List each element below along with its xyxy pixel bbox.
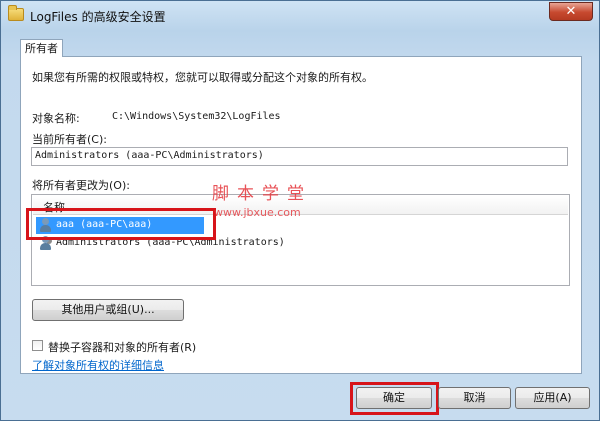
current-owner-label: 当前所有者(C): — [32, 133, 107, 146]
tab-owner[interactable]: 所有者 — [20, 39, 63, 57]
cancel-button[interactable]: 取消 — [438, 387, 511, 409]
watermark-text: 脚本学堂 — [212, 184, 312, 204]
object-name-label: 对象名称: — [32, 112, 80, 125]
change-owner-label: 将所有者更改为(O): — [32, 179, 130, 192]
folder-icon — [8, 5, 24, 21]
other-users-or-groups-button[interactable]: 其他用户或组(U)... — [32, 299, 184, 321]
window-title: LogFiles 的高级安全设置 — [30, 10, 166, 24]
watermark-url: www.jbxue.com — [214, 206, 301, 219]
intro-text: 如果您有所需的权限或特权，您就可以取得或分配这个对象的所有权。 — [32, 71, 373, 84]
column-name-label: 名称 — [43, 201, 65, 214]
group-icon — [39, 236, 52, 250]
title-bar[interactable]: LogFiles 的高级安全设置 ✕ — [1, 1, 599, 29]
close-button[interactable]: ✕ — [549, 2, 593, 21]
list-item-label: aaa (aaa-PC\aaa) — [56, 219, 153, 230]
object-name-value: C:\Windows\System32\LogFiles — [112, 111, 281, 122]
replace-owner-label[interactable]: 替换子容器和对象的所有者(R) — [48, 339, 196, 355]
list-item-label: Administrators (aaa-PC\Administrators) — [56, 237, 285, 248]
ok-button[interactable]: 确定 — [356, 387, 432, 409]
user-icon — [39, 218, 52, 232]
list-item-administrators[interactable]: Administrators (aaa-PC\Administrators) — [36, 235, 556, 252]
current-owner-field[interactable]: Administrators (aaa-PC\Administrators) — [31, 147, 568, 166]
list-item-aaa[interactable]: aaa (aaa-PC\aaa) — [36, 217, 556, 234]
apply-button[interactable]: 应用(A) — [515, 387, 590, 409]
learn-more-link[interactable]: 了解对象所有权的详细信息 — [32, 357, 164, 373]
replace-owner-checkbox[interactable] — [32, 340, 43, 351]
security-settings-dialog: LogFiles 的高级安全设置 ✕ 所有者 如果您有所需的权限或特权，您就可以… — [0, 0, 600, 421]
